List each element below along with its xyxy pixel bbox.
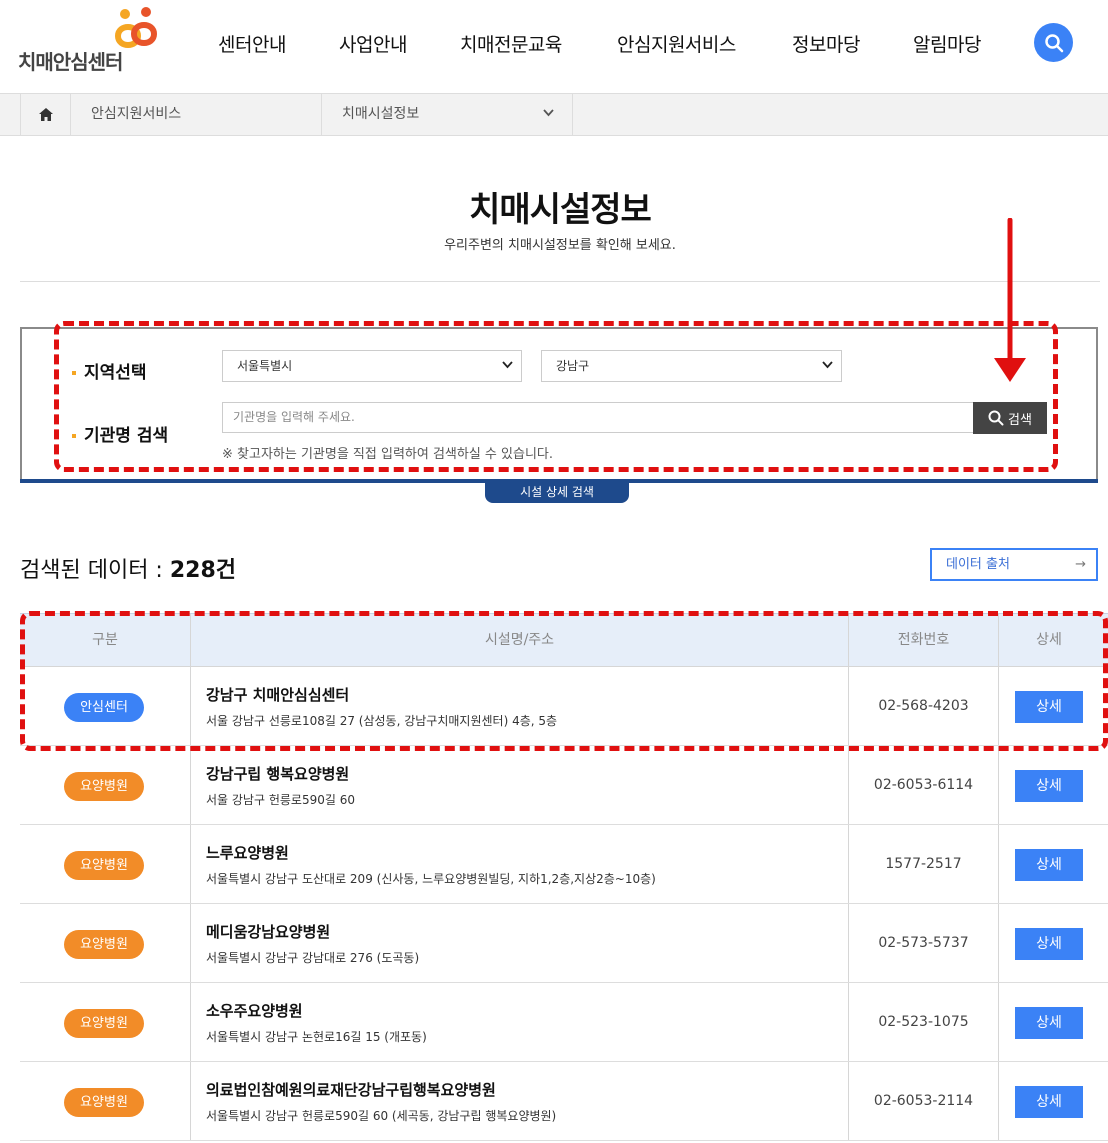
nav-education[interactable]: 치매전문교육 <box>460 30 562 57</box>
facility-phone: 02-523-1075 <box>849 983 999 1061</box>
facility-address: 서울 강남구 헌릉로590길 60 <box>206 793 355 807</box>
annotation-search-highlight <box>54 321 1058 472</box>
search-icon <box>1044 33 1063 52</box>
result-count-prefix: 검색된 데이터 : <box>20 558 170 583</box>
annotation-row-highlight <box>20 611 1108 751</box>
result-count-value: 228건 <box>169 558 237 583</box>
cell-name-address: 느루요양병원서울특별시 강남구 도산대로 209 (신사동, 느루요양병원빌딩,… <box>190 825 849 903</box>
breadcrumb-item-current[interactable]: 치매시설정보 <box>322 94 573 135</box>
facility-name: 강남구립 행복요양병원 <box>206 765 350 783</box>
cell-type: 요양병원 <box>20 825 190 903</box>
data-source-button[interactable]: 데이터 출처 → <box>930 548 1098 581</box>
breadcrumb: 안심지원서비스 치매시설정보 <box>0 93 1108 136</box>
cell-detail: 상세 <box>999 746 1099 824</box>
cell-type: 요양병원 <box>20 904 190 982</box>
site-header: 치매안심센터 센터안내 사업안내 치매전문교육 안심지원서비스 정보마당 알림마… <box>0 0 1108 93</box>
cell-detail: 상세 <box>999 904 1099 982</box>
chevron-down-icon <box>543 109 554 117</box>
facility-phone: 1577-2517 <box>849 825 999 903</box>
nav-center-info[interactable]: 센터안내 <box>218 30 286 57</box>
facility-address: 서울특별시 강남구 도산대로 209 (신사동, 느루요양병원빌딩, 지하1,2… <box>206 872 656 886</box>
facility-name: 소우주요양병원 <box>206 1002 303 1020</box>
facility-address: 서울특별시 강남구 강남대로 276 (도곡동) <box>206 951 420 965</box>
detail-button[interactable]: 상세 <box>1015 928 1083 960</box>
page-subtitle: 우리주변의 치매시설정보를 확인해 보세요. <box>444 238 676 253</box>
facility-name: 느루요양병원 <box>206 844 289 862</box>
home-icon <box>38 108 53 121</box>
table-row: 요양병원 느루요양병원서울특별시 강남구 도산대로 209 (신사동, 느루요양병… <box>20 825 1108 904</box>
table-row: 요양병원 메디움강남요양병원 서울특별시 강남구 강남대로 276 (도곡동) 02-… <box>20 904 1108 983</box>
table-row: 요양병원 의료법인참예원의료재단강남구립행복요양병원서울특별시 강남구 헌릉로59… <box>20 1062 1108 1141</box>
nav-info[interactable]: 정보마당 <box>792 30 860 57</box>
facility-name: 의료법인참예원의료재단강남구립행복요양병원 <box>206 1081 496 1099</box>
cell-name-address: 메디움강남요양병원서울특별시 강남구 강남대로 276 (도곡동) <box>190 904 849 982</box>
nav-business[interactable]: 사업안내 <box>339 30 407 57</box>
type-badge: 요양병원 <box>64 1088 144 1117</box>
cell-type: 요양병원 <box>20 983 190 1061</box>
detail-search-tab[interactable]: 시설 상세 검색 <box>485 483 629 503</box>
type-badge: 요양병원 <box>64 772 144 801</box>
detail-button[interactable]: 상세 <box>1015 1086 1083 1118</box>
title-divider <box>20 281 1100 282</box>
detail-button[interactable]: 상세 <box>1015 849 1083 881</box>
facility-address: 서울특별시 강남구 헌릉로590길 60 (세곡동, 강남구립 행복요양병원) <box>206 1109 557 1123</box>
type-badge: 요양병원 <box>64 1009 144 1038</box>
cell-name-address: 의료법인참예원의료재단강남구립행복요양병원서울특별시 강남구 헌릉로590길 6… <box>190 1062 849 1140</box>
type-badge: 요양병원 <box>64 851 144 880</box>
cell-detail: 상세 <box>999 825 1099 903</box>
site-logo[interactable]: 치매안심센터 <box>18 6 168 86</box>
nav-support-service[interactable]: 안심지원서비스 <box>617 30 736 57</box>
cell-detail: 상세 <box>999 983 1099 1061</box>
facility-phone: 02-6053-2114 <box>849 1062 999 1140</box>
cell-detail: 상세 <box>999 1062 1099 1140</box>
breadcrumb-item-support[interactable]: 안심지원서비스 <box>71 94 322 135</box>
cell-type: 요양병원 <box>20 1062 190 1140</box>
nav-notice[interactable]: 알림마당 <box>913 30 981 57</box>
table-row: 요양병원 소우주요양병원 서울특별시 강남구 논현로16길 15 (개포동) 02-5… <box>20 983 1108 1062</box>
page-title: 치매시설정보 <box>469 190 652 230</box>
facility-phone: 02-573-5737 <box>849 904 999 982</box>
cell-type: 요양병원 <box>20 746 190 824</box>
detail-button[interactable]: 상세 <box>1015 1007 1083 1039</box>
facility-address: 서울특별시 강남구 논현로16길 15 (개포동) <box>206 1030 427 1044</box>
breadcrumb-current-label: 치매시설정보 <box>342 106 420 122</box>
annotation-arrow-icon <box>994 218 1026 382</box>
type-badge: 요양병원 <box>64 930 144 959</box>
breadcrumb-home[interactable] <box>20 94 71 135</box>
facility-name: 메디움강남요양병원 <box>206 923 331 941</box>
arrow-right-icon: → <box>1075 557 1086 572</box>
cell-name-address: 강남구립 행복요양병원서울 강남구 헌릉로590길 60 <box>190 746 849 824</box>
data-source-label: 데이터 출처 <box>946 557 1010 572</box>
header-search-button[interactable] <box>1034 23 1073 62</box>
table-row: 요양병원 강남구립 행복요양병원 서울 강남구 헌릉로590길 60 02-6053-… <box>20 746 1108 825</box>
cell-name-address: 소우주요양병원서울특별시 강남구 논현로16길 15 (개포동) <box>190 983 849 1061</box>
facility-phone: 02-6053-6114 <box>849 746 999 824</box>
logo-text: 치매안심센터 <box>18 50 123 74</box>
detail-button[interactable]: 상세 <box>1015 770 1083 802</box>
result-count: 검색된 데이터 : 228건 <box>20 552 236 584</box>
